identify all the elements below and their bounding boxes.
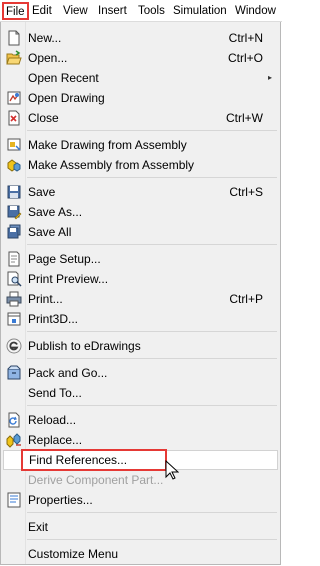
menu-tools[interactable]: Tools [138, 4, 165, 18]
file-menu-dropdown: New... Ctrl+N Open... Ctrl+O Open Recent… [0, 22, 281, 565]
menu-item-derive-component-part: Derive Component Part... [1, 470, 280, 490]
menu-item-label: Print... [28, 292, 63, 306]
menu-item-label: Make Assembly from Assembly [28, 158, 195, 172]
menu-item-label: Reload... [28, 413, 77, 427]
menu-item-label: Save All [28, 225, 72, 239]
reload-icon [8, 412, 20, 428]
menu-item-open[interactable]: Open... Ctrl+O [1, 48, 280, 68]
menu-item-label: Open Drawing [28, 91, 105, 105]
pack-and-go-icon [7, 365, 21, 380]
menu-item-replace[interactable]: Replace... [1, 430, 280, 450]
save-all-icon [7, 224, 21, 239]
menu-item-label: Save [28, 185, 56, 199]
menu-item-exit[interactable]: Exit [1, 517, 280, 537]
menu-insert[interactable]: Insert [98, 4, 127, 18]
menu-item-properties[interactable]: Properties... [1, 490, 280, 510]
menu-item-make-assembly-from-assembly[interactable]: Make Assembly from Assembly [1, 155, 280, 175]
menu-item-label: New... [28, 31, 62, 45]
menu-separator [27, 130, 277, 131]
menu-window[interactable]: Window [235, 4, 276, 18]
annotation-highlight-box [21, 449, 167, 471]
menu-separator [27, 539, 277, 540]
menu-separator [27, 358, 277, 359]
menu-edit[interactable]: Edit [32, 4, 52, 18]
menu-item-send-to[interactable]: Send To... [1, 383, 280, 403]
print-icon [6, 291, 22, 307]
menu-item-label: Derive Component Part... [28, 473, 164, 487]
open-drawing-icon [7, 91, 21, 105]
menu-view[interactable]: View [63, 4, 88, 18]
menu-item-label: Open Recent [28, 71, 99, 85]
new-document-icon [8, 30, 20, 46]
menu-item-label: Properties... [28, 493, 93, 507]
menu-separator [27, 244, 277, 245]
menu-separator [27, 331, 277, 332]
save-icon [7, 185, 21, 199]
menu-item-label: Exit [28, 520, 49, 534]
menu-simulation[interactable]: Simulation [173, 4, 227, 18]
menu-item-label: Customize Menu [28, 547, 119, 561]
print-preview-icon [7, 271, 22, 287]
menu-file[interactable]: File [2, 2, 29, 20]
menu-item-close[interactable]: Close Ctrl+W [1, 108, 280, 128]
menu-item-save[interactable]: Save Ctrl+S [1, 182, 280, 202]
menu-item-label: Page Setup... [28, 252, 101, 266]
close-document-icon [8, 110, 20, 126]
menu-item-customize-menu[interactable]: Customize Menu [1, 544, 280, 564]
open-folder-icon [6, 50, 22, 65]
properties-icon [7, 492, 21, 508]
page-setup-icon [8, 251, 20, 267]
menu-item-make-drawing-from-assembly[interactable]: Make Drawing from Assembly [1, 135, 280, 155]
menu-item-page-setup[interactable]: Page Setup... [1, 249, 280, 269]
menu-item-shortcut: Ctrl+O [227, 51, 263, 65]
menu-item-label: Make Drawing from Assembly [28, 138, 187, 152]
edrawings-icon [6, 338, 22, 354]
menu-item-shortcut: Ctrl+N [228, 31, 263, 45]
menu-item-label: Replace... [28, 433, 83, 447]
make-drawing-icon [7, 138, 21, 151]
menu-item-open-recent[interactable]: Open Recent ▸ [1, 68, 280, 88]
save-as-icon [7, 205, 22, 220]
menu-item-label: Print3D... [28, 312, 79, 326]
make-assembly-icon [7, 159, 21, 172]
menu-item-label: Send To... [28, 386, 82, 400]
menu-separator [27, 405, 277, 406]
menu-item-shortcut: Ctrl+S [229, 185, 263, 199]
menu-item-print[interactable]: Print... Ctrl+P [1, 289, 280, 309]
menu-item-save-all[interactable]: Save All [1, 222, 280, 242]
menu-item-shortcut: Ctrl+W [226, 111, 263, 125]
menu-item-label: Save As... [28, 205, 83, 219]
menu-item-reload[interactable]: Reload... [1, 410, 280, 430]
menu-item-save-as[interactable]: Save As... [1, 202, 280, 222]
menu-separator [27, 177, 277, 178]
print3d-icon [7, 312, 21, 326]
mouse-cursor-icon [165, 460, 179, 480]
menu-item-new[interactable]: New... Ctrl+N [1, 28, 280, 48]
menu-item-label: Pack and Go... [28, 366, 108, 380]
submenu-arrow-icon: ▸ [267, 73, 272, 82]
menu-item-pack-and-go[interactable]: Pack and Go... [1, 363, 280, 383]
menu-item-open-drawing[interactable]: Open Drawing [1, 88, 280, 108]
menu-item-print-preview[interactable]: Print Preview... [1, 269, 280, 289]
menu-item-shortcut: Ctrl+P [229, 292, 263, 306]
menu-item-print3d[interactable]: Print3D... [1, 309, 280, 329]
menu-bar: File Edit View Insert Tools Simulation W… [0, 0, 282, 22]
replace-icon [6, 433, 21, 448]
menu-item-publish-to-edrawings[interactable]: Publish to eDrawings [1, 336, 280, 356]
menu-item-label: Close [28, 111, 59, 125]
menu-separator [27, 512, 277, 513]
menu-item-label: Open... [28, 51, 68, 65]
menu-item-label: Publish to eDrawings [28, 339, 141, 353]
menu-item-label: Print Preview... [28, 272, 109, 286]
